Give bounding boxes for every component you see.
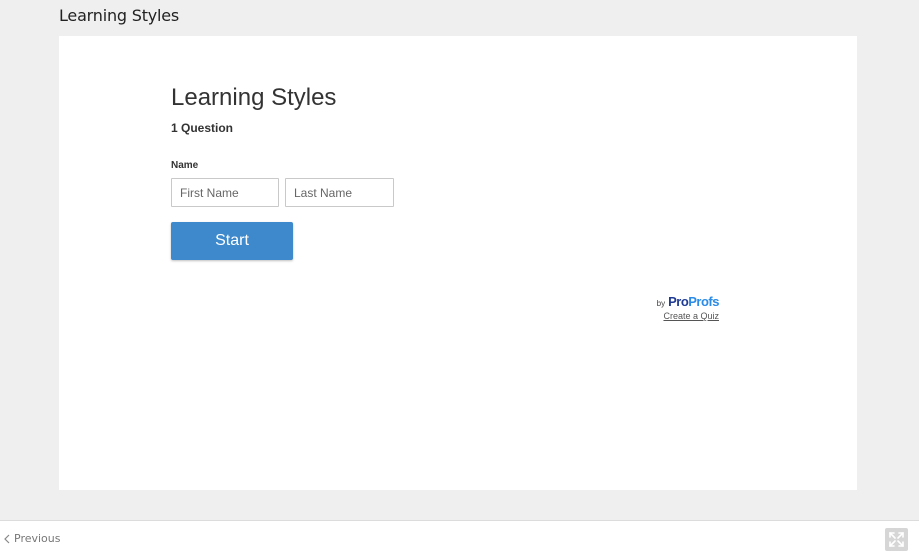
last-name-input[interactable] [285,178,394,207]
branding: by ProProfs Create a Quiz [651,294,720,321]
quiz-frame: Learning Styles 1 Question Name Start by… [59,36,857,490]
fullscreen-button[interactable] [885,528,908,551]
quiz-card: Learning Styles 1 Question Name Start [171,82,731,260]
by-text: by [656,299,666,308]
logo-part-pro: Pro [668,294,689,309]
previous-button[interactable]: Previous [4,532,61,545]
start-button[interactable]: Start [171,222,293,260]
create-quiz-link[interactable]: Create a Quiz [651,311,719,321]
footer-bar: Previous [0,520,919,556]
quiz-title: Learning Styles [171,84,337,111]
previous-label: Previous [14,532,61,545]
name-label: Name [171,160,199,171]
proprofs-logo[interactable]: ProProfs [668,294,719,309]
branding-line: by ProProfs [651,294,720,309]
logo-part-profs: Profs [688,294,719,309]
page-title: Learning Styles [59,6,180,25]
name-fields [171,178,731,207]
chevron-left-icon [4,534,10,543]
first-name-input[interactable] [171,178,279,207]
question-count: 1 Question [171,121,234,135]
expand-icon [889,532,904,547]
